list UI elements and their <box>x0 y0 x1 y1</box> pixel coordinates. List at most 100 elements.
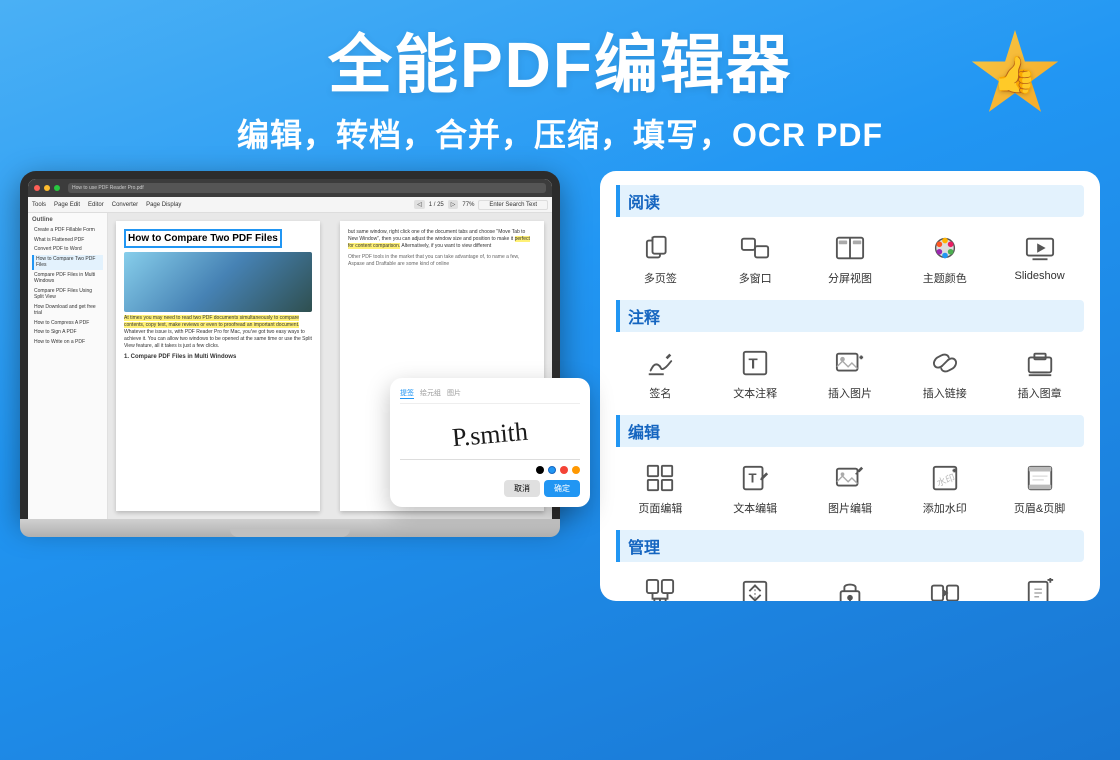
split-view-label: 分屏视图 <box>828 270 872 286</box>
multi-window-icon <box>736 229 774 267</box>
confirm-button[interactable]: 确定 <box>544 480 580 497</box>
color-orange[interactable] <box>572 466 580 474</box>
feature-text-edit[interactable]: T 文本编辑 <box>711 455 800 520</box>
feature-encrypt[interactable]: 加密 <box>806 570 895 601</box>
laptop-base <box>20 519 560 537</box>
page-edit-label: 页面编辑 <box>638 500 682 516</box>
insert-stamp-label: 插入图章 <box>1018 385 1062 401</box>
feature-text-note[interactable]: T 文本注释 <box>711 340 800 405</box>
color-black[interactable] <box>536 466 544 474</box>
feature-multi-tab[interactable]: 多页签 <box>616 225 705 290</box>
signature-text: P.smith <box>451 417 529 453</box>
pdf-page-1: How to Compare Two PDF Files At times yo… <box>116 221 320 511</box>
section-annotate-header: 注释 <box>616 300 1084 332</box>
svg-text:T: T <box>749 471 757 486</box>
pdf-toolbar: How to use PDF Reader Pro.pdf <box>28 179 552 197</box>
color-red[interactable] <box>560 466 568 474</box>
feature-insert-image[interactable]: 插入图片 <box>806 340 895 405</box>
feature-image-edit[interactable]: 图片编辑 <box>806 455 895 520</box>
card-tabs: 提签 绘元组 图片 <box>400 388 580 404</box>
subtitle: 编辑，转档，合并，压缩，填写，OCR PDF <box>40 110 1080 156</box>
theme-label: 主题颜色 <box>923 270 967 286</box>
header-footer-icon <box>1021 459 1059 497</box>
sidebar-item: Create a PDF Fillable Form <box>32 226 103 235</box>
section-manage-header: 管理 <box>616 530 1084 562</box>
maximize-dot <box>54 185 60 191</box>
bottom-area: How to use PDF Reader Pro.pdf ToolsPage … <box>0 171 1120 601</box>
image-edit-icon <box>831 459 869 497</box>
feature-merge[interactable]: 合并 <box>616 570 705 601</box>
multi-window-label: 多窗口 <box>739 270 772 286</box>
text-note-icon: T <box>736 344 774 382</box>
feature-watermark[interactable]: 水印 添加水印 <box>900 455 989 520</box>
image-edit-label: 图片编辑 <box>828 500 872 516</box>
insert-link-icon <box>926 344 964 382</box>
sidebar-item: How to Write on a PDF <box>32 338 103 347</box>
text-edit-icon: T <box>736 459 774 497</box>
sign-label: 签名 <box>649 385 671 401</box>
sidebar-item: How to Sign A PDF <box>32 328 103 337</box>
color-blue[interactable] <box>548 466 556 474</box>
close-dot <box>34 185 40 191</box>
sidebar-item: Compare PDF Files in Multi Windows <box>32 271 103 286</box>
color-picker <box>400 466 580 474</box>
feature-insert-stamp[interactable]: 插入图章 <box>995 340 1084 405</box>
page-edit-icon <box>641 459 679 497</box>
theme-icon <box>926 229 964 267</box>
svg-text:水印: 水印 <box>935 472 956 489</box>
insert-stamp-icon <box>1021 344 1059 382</box>
insert-image-icon <box>831 344 869 382</box>
feature-insert-link[interactable]: 插入链接 <box>900 340 989 405</box>
section-read-header: 阅读 <box>616 185 1084 217</box>
feature-slideshow[interactable]: Slideshow <box>995 225 1084 290</box>
header-footer-label: 页眉&页脚 <box>1014 500 1065 516</box>
feature-theme[interactable]: 主题颜色 <box>900 225 989 290</box>
read-features-grid: 多页签 多窗口 <box>616 225 1084 290</box>
multi-tab-icon <box>641 229 679 267</box>
pdf-menubar: ToolsPage EditEditorConverterPage Displa… <box>28 197 552 213</box>
features-panel: 阅读 多页签 <box>600 171 1100 601</box>
sidebar-item: Compare PDF Files Using Split View <box>32 287 103 302</box>
feature-compress[interactable]: 压缩 <box>711 570 800 601</box>
laptop-mockup: How to use PDF Reader Pro.pdf ToolsPage … <box>20 171 580 537</box>
sign-icon <box>641 344 679 382</box>
card-tab-sign[interactable]: 提签 <box>400 388 414 399</box>
merge-icon <box>641 574 679 601</box>
sidebar-item-active: How to Compare Two PDF Files <box>32 255 103 270</box>
text-note-label: 文本注释 <box>733 385 777 401</box>
watermark-icon: 水印 <box>926 459 964 497</box>
slideshow-label: Slideshow <box>1015 270 1065 282</box>
pdf-text: At times you may need to read two PDF do… <box>124 315 312 350</box>
sidebar-item: How to Compress A PDF <box>32 319 103 328</box>
feature-page-edit[interactable]: 页面编辑 <box>616 455 705 520</box>
feature-convert[interactable]: 转档 <box>900 570 989 601</box>
feature-header-footer[interactable]: 页眉&页脚 <box>995 455 1084 520</box>
split-view-icon <box>831 229 869 267</box>
manage-features-grid: 合并 压缩 <box>616 570 1084 601</box>
header-section: 全能PDF编辑器 编辑，转档，合并，压缩，填写，OCR PDF <box>0 0 1120 166</box>
badge-icon: 👍 <box>970 30 1060 120</box>
insert-image-label: 插入图片 <box>828 385 872 401</box>
minimize-dot <box>44 185 50 191</box>
pdf-text-2: but same window, right click one of the … <box>348 229 536 250</box>
sidebar-item: Convert PDF to Word <box>32 245 103 254</box>
feature-sign[interactable]: 签名 <box>616 340 705 405</box>
insert-link-label: 插入链接 <box>923 385 967 401</box>
new-pdf-icon <box>1021 574 1059 601</box>
annotate-features-grid: 签名 T 文本注释 <box>616 340 1084 405</box>
sidebar-item: How Download and get free trial <box>32 303 103 318</box>
feature-multi-window[interactable]: 多窗口 <box>711 225 800 290</box>
cancel-button[interactable]: 取消 <box>504 480 540 497</box>
edit-features-grid: 页面编辑 T 文本编辑 <box>616 455 1084 520</box>
main-title: 全能PDF编辑器 <box>40 30 1080 100</box>
slideshow-icon <box>1021 229 1059 267</box>
watermark-label: 添加水印 <box>923 500 967 516</box>
encrypt-icon <box>831 574 869 601</box>
feature-new-pdf[interactable]: 新建PDF <box>995 570 1084 601</box>
compress-icon <box>736 574 774 601</box>
card-tab-image[interactable]: 图片 <box>447 388 461 399</box>
feature-split-view[interactable]: 分屏视图 <box>806 225 895 290</box>
convert-icon <box>926 574 964 601</box>
section-edit-header: 编辑 <box>616 415 1084 447</box>
card-tab-draw[interactable]: 绘元组 <box>420 388 441 399</box>
